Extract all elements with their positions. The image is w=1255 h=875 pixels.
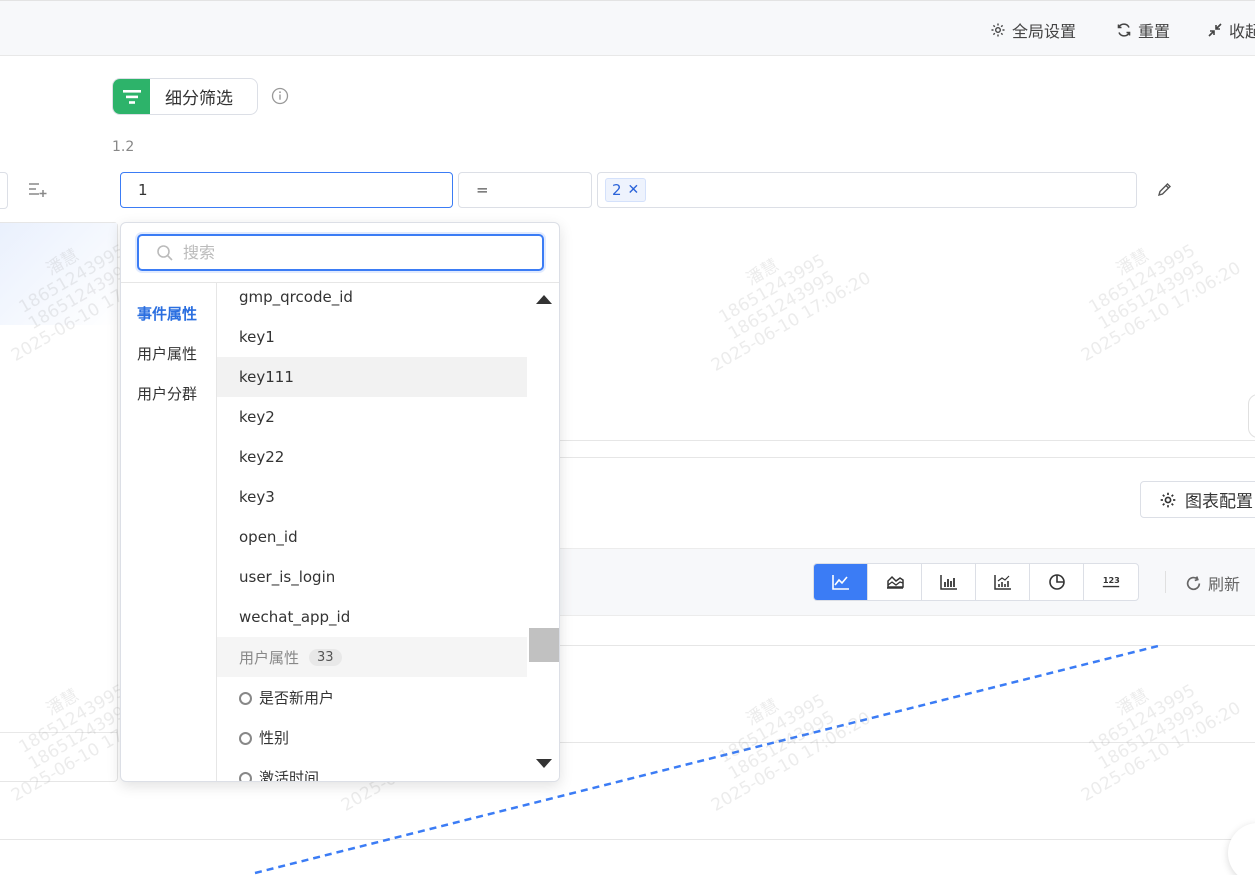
- left-panel: [0, 222, 118, 782]
- svg-text:123: 123: [1103, 575, 1120, 585]
- watermark-text: 潘慧18651243995186512439952025-06-10 17:06…: [708, 690, 875, 816]
- pencil-icon[interactable]: [1156, 181, 1173, 198]
- divider: [0, 732, 117, 733]
- list-item[interactable]: 是否新用户: [217, 677, 527, 717]
- group-count-badge: 33: [309, 648, 342, 666]
- property-type-icon: [239, 771, 252, 781]
- scroll-down-arrow-icon[interactable]: [536, 759, 552, 768]
- chart-type-switcher: 123: [813, 563, 1139, 601]
- list-item[interactable]: key22: [217, 437, 527, 477]
- collapse-button[interactable]: 收起: [1207, 18, 1255, 42]
- chart-config-label: 图表配置: [1185, 492, 1253, 512]
- property-select[interactable]: 1: [120, 172, 453, 208]
- divider: [0, 839, 1255, 840]
- list-item[interactable]: gmp_qrcode_id: [217, 283, 527, 317]
- category-event-properties[interactable]: 事件属性: [137, 303, 197, 324]
- side-panel-handle[interactable]: [1248, 394, 1255, 438]
- list-item[interactable]: key1: [217, 317, 527, 357]
- list-item[interactable]: wechat_app_id: [217, 597, 527, 637]
- pie-chart-icon[interactable]: [1030, 564, 1084, 600]
- top-toolbar: 全局设置 重置 收起: [0, 0, 1255, 56]
- dropdown-categories: 事件属性 用户属性 用户分群: [121, 283, 217, 781]
- help-float-button[interactable]: [1228, 823, 1255, 875]
- divider: [558, 742, 1255, 743]
- breakdown-filter-chip[interactable]: 细分筛选: [112, 78, 258, 115]
- list-item-label: 性别: [259, 728, 290, 747]
- bar-chart-icon[interactable]: [922, 564, 976, 600]
- list-item[interactable]: open_id: [217, 517, 527, 557]
- info-icon[interactable]: [271, 87, 289, 105]
- list-item-label: 激活时间: [259, 768, 320, 782]
- refresh-icon: [1186, 575, 1201, 590]
- refresh-icon: [1117, 23, 1131, 37]
- value-multiselect[interactable]: 2 ✕: [597, 172, 1137, 208]
- gear-icon: [1160, 492, 1176, 507]
- refresh-label: 刷新: [1208, 575, 1241, 594]
- rule-index: 1.2: [112, 139, 135, 155]
- scroll-up-arrow-icon[interactable]: [536, 295, 552, 304]
- property-value: 1: [138, 181, 148, 199]
- refresh-button[interactable]: 刷新: [1185, 571, 1240, 595]
- list-item[interactable]: 激活时间: [217, 757, 527, 782]
- search-icon: [157, 244, 173, 261]
- property-type-icon: [239, 691, 252, 705]
- collapse-icon: [1208, 23, 1222, 37]
- divider: [558, 645, 1255, 646]
- close-icon[interactable]: ✕: [628, 182, 640, 198]
- group-label: 用户属性: [239, 648, 300, 667]
- scrollbar-thumb[interactable]: [529, 628, 559, 662]
- operator-select[interactable]: =: [458, 172, 592, 208]
- reset-label: 重置: [1138, 22, 1171, 41]
- line-chart-icon[interactable]: [814, 564, 868, 600]
- watermark-text: 潘慧18651243995186512439952025-06-10 17:06…: [708, 250, 875, 376]
- list-item[interactable]: key111: [217, 357, 527, 397]
- combo-chart-icon[interactable]: [976, 564, 1030, 600]
- global-settings-label: 全局设置: [1012, 22, 1077, 41]
- value-tag: 2 ✕: [605, 178, 647, 202]
- dropdown-option-list: gmp_qrcode_id key1 key111 key2 key22 key…: [217, 283, 527, 782]
- list-item[interactable]: user_is_login: [217, 557, 527, 597]
- chart-config-button[interactable]: 图表配置: [1140, 481, 1255, 518]
- left-panel-highlight: [0, 223, 117, 325]
- divider: [1165, 571, 1166, 593]
- list-item[interactable]: 性别: [217, 717, 527, 757]
- divider: [558, 440, 1255, 441]
- reset-button[interactable]: 重置: [1116, 18, 1170, 42]
- collapse-label: 收起: [1229, 22, 1255, 41]
- watermark-text: 潘慧18651243995186512439952025-06-10 17:06…: [1078, 240, 1245, 366]
- number-icon[interactable]: 123: [1084, 564, 1138, 600]
- list-item[interactable]: key2: [217, 397, 527, 437]
- dropdown-search[interactable]: [137, 234, 544, 271]
- area-chart-icon[interactable]: [868, 564, 922, 600]
- group-header-user-properties: 用户属性 33: [217, 637, 527, 677]
- value-tag-label: 2: [612, 181, 622, 199]
- list-item[interactable]: key3: [217, 477, 527, 517]
- breakdown-filter-label: 细分筛选: [165, 89, 233, 109]
- add-condition-icon[interactable]: [28, 181, 48, 199]
- property-dropdown: 事件属性 用户属性 用户分群 gmp_qrcode_id key1 key111…: [120, 222, 560, 782]
- left-input-stub[interactable]: [0, 172, 8, 209]
- operator-value: =: [476, 181, 489, 199]
- scrollbar[interactable]: [527, 283, 559, 781]
- category-user-segments[interactable]: 用户分群: [137, 383, 197, 404]
- gear-icon: [991, 23, 1005, 37]
- global-settings-button[interactable]: 全局设置: [990, 18, 1076, 42]
- watermark-text: 潘慧18651243995186512439952025-06-10 17:06…: [1078, 680, 1245, 806]
- category-user-properties[interactable]: 用户属性: [137, 343, 197, 364]
- divider: [558, 457, 1255, 458]
- search-input[interactable]: [183, 243, 503, 262]
- list-item-label: 是否新用户: [259, 688, 335, 707]
- property-type-icon: [239, 731, 252, 745]
- filter-icon: [113, 79, 150, 114]
